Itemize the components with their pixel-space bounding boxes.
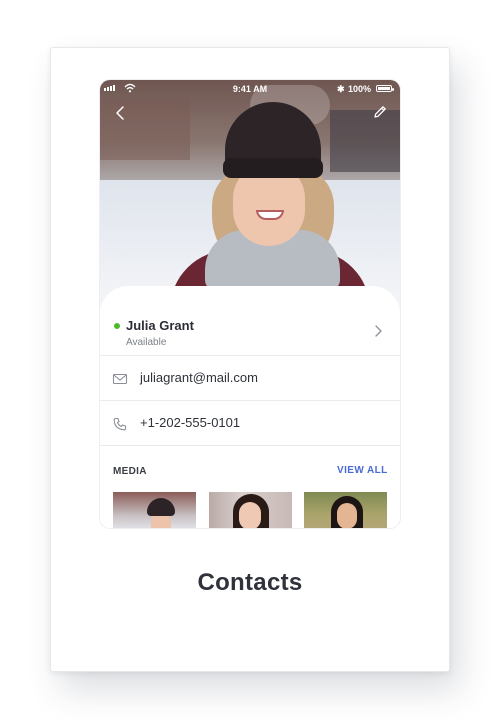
media-thumb-1[interactable] xyxy=(113,492,196,528)
media-section-label: MEDIA xyxy=(113,466,147,477)
phone-number: +1-202-555-0101 xyxy=(140,415,241,430)
view-all-link[interactable]: VIEW ALL xyxy=(337,465,388,476)
phone-icon xyxy=(113,417,127,431)
phone-screen: 9:41 AM ✱ 100% Julia Grant Available jul… xyxy=(100,80,400,528)
envelope-icon xyxy=(112,373,128,385)
contact-photo xyxy=(100,80,400,320)
battery-icon xyxy=(376,85,394,92)
contact-name: Julia Grant xyxy=(126,318,194,333)
bluetooth-icon: ✱ xyxy=(337,84,345,94)
phone-row[interactable]: +1-202-555-0101 xyxy=(100,401,400,446)
page-caption: Contacts xyxy=(197,569,303,596)
edit-button[interactable] xyxy=(372,104,388,120)
status-bar: 9:41 AM ✱ 100% xyxy=(100,80,400,98)
contact-name-row[interactable]: Julia Grant Available xyxy=(100,286,400,356)
email-row[interactable]: juliagrant@mail.com xyxy=(100,356,400,401)
contact-details-sheet: Julia Grant Available juliagrant@mail.co… xyxy=(100,286,400,528)
media-thumb-3[interactable] xyxy=(304,492,387,528)
battery-percent: 100% xyxy=(348,84,372,94)
chevron-right-icon xyxy=(375,325,382,337)
availability-status: Available xyxy=(126,337,167,348)
email-address: juliagrant@mail.com xyxy=(140,370,258,385)
online-status-dot xyxy=(114,323,120,329)
back-button[interactable] xyxy=(112,104,130,122)
media-thumb-2[interactable] xyxy=(209,492,292,528)
